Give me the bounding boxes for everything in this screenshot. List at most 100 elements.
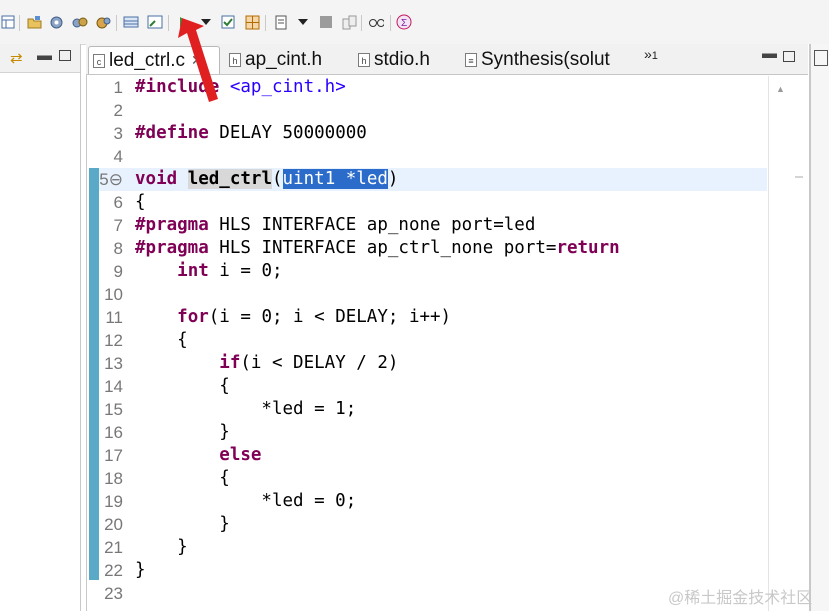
tab-stdio[interactable]: h stdio.h bbox=[358, 46, 430, 74]
h-file-icon: h bbox=[229, 53, 241, 67]
line-number: 14 bbox=[104, 377, 123, 396]
tab-ap-cint[interactable]: h ap_cint.h bbox=[229, 46, 322, 74]
code-text[interactable]: #pragma HLS INTERFACE ap_ctrl_none port=… bbox=[135, 237, 620, 260]
code-line[interactable]: 4 bbox=[99, 145, 767, 168]
overview-ruler[interactable]: ▲ bbox=[768, 76, 807, 611]
synthesis-settings-icon[interactable] bbox=[72, 14, 88, 30]
code-text[interactable]: int i = 0; bbox=[135, 260, 282, 283]
code-line[interactable]: 12 { bbox=[99, 329, 767, 352]
code-line[interactable]: 3 #define DELAY 50000000 bbox=[99, 122, 767, 145]
code-line[interactable]: 16 } bbox=[99, 421, 767, 444]
code-text[interactable]: } bbox=[135, 421, 230, 444]
code-text[interactable]: { bbox=[135, 375, 230, 398]
code-line[interactable]: 8 #pragma HLS INTERFACE ap_ctrl_none port… bbox=[99, 237, 767, 260]
line-number: 7 bbox=[113, 216, 123, 235]
code-text[interactable]: *led = 1; bbox=[135, 398, 356, 421]
export-icon[interactable] bbox=[96, 14, 112, 30]
code-text[interactable]: { bbox=[135, 467, 230, 490]
tab-overflow-icon[interactable]: »1 bbox=[644, 46, 658, 62]
line-number: 23 bbox=[104, 584, 123, 603]
save-icon[interactable] bbox=[273, 14, 289, 30]
save-dropdown-icon[interactable] bbox=[295, 14, 311, 30]
line-number: 18 bbox=[104, 469, 123, 488]
code-text[interactable]: { bbox=[135, 191, 146, 214]
code-text[interactable]: { bbox=[135, 329, 188, 352]
occurrence-marker[interactable] bbox=[795, 176, 803, 178]
minimize-icon[interactable]: ▬ bbox=[762, 45, 777, 62]
code-line[interactable]: 5⊖ void led_ctrl(uint1 *led) bbox=[99, 168, 767, 191]
code-text[interactable]: void led_ctrl(uint1 *led) bbox=[135, 168, 398, 191]
code-line[interactable]: 6{ bbox=[99, 191, 767, 214]
tab-label: ap_cint.h bbox=[245, 49, 323, 70]
toolbar-separator bbox=[361, 15, 362, 31]
line-number: 4 bbox=[113, 147, 123, 166]
layout-icon[interactable] bbox=[0, 14, 16, 30]
line-number: 3 bbox=[113, 124, 123, 143]
tab-synthesis[interactable]: ≡ Synthesis(solut bbox=[465, 46, 610, 74]
report-icon: ≡ bbox=[465, 53, 477, 67]
code-text[interactable]: } bbox=[135, 536, 188, 559]
solution-icon[interactable] bbox=[123, 14, 139, 30]
code-line[interactable]: 23 bbox=[99, 582, 767, 605]
new-project-icon[interactable] bbox=[26, 14, 42, 30]
arrow-shape bbox=[178, 18, 218, 102]
settings-icon[interactable] bbox=[48, 14, 64, 30]
code-line[interactable]: 11 for(i = 0; i < DELAY; i++) bbox=[99, 306, 767, 329]
code-line[interactable]: 21 } bbox=[99, 536, 767, 559]
maximize-icon[interactable] bbox=[783, 51, 795, 62]
glasses-icon[interactable] bbox=[368, 14, 384, 30]
grid-icon[interactable] bbox=[244, 14, 260, 30]
code-line[interactable]: 14 { bbox=[99, 375, 767, 398]
sync-icon[interactable]: ⇄ bbox=[10, 49, 23, 67]
code-line[interactable]: 10 bbox=[99, 283, 767, 306]
line-number: 6 bbox=[113, 193, 123, 212]
line-number: 15 bbox=[104, 400, 123, 419]
code-text[interactable]: else bbox=[135, 444, 261, 467]
code-text[interactable]: if(i < DELAY / 2) bbox=[135, 352, 398, 375]
code-line[interactable]: 20 } bbox=[99, 513, 767, 536]
code-editor[interactable]: 1 #include <ap_cint.h> 2 3 #define DELAY 500… bbox=[99, 76, 767, 605]
code-text[interactable]: } bbox=[135, 559, 146, 582]
maximize-icon[interactable] bbox=[59, 50, 71, 61]
line-number: 9 bbox=[113, 262, 123, 281]
line-number: 20 bbox=[104, 515, 123, 534]
watermark: @稀土掘金技术社区 bbox=[668, 590, 813, 607]
code-text[interactable]: #pragma HLS INTERFACE ap_none port=led bbox=[135, 214, 535, 237]
console-icon[interactable] bbox=[147, 14, 163, 30]
toolbar-separator bbox=[265, 15, 266, 31]
tab-label: Synthesis(solut bbox=[481, 49, 610, 70]
right-pane bbox=[810, 44, 829, 611]
scroll-up-icon[interactable]: ▲ bbox=[776, 84, 785, 94]
code-line[interactable]: 22} bbox=[99, 559, 767, 582]
compare-icon[interactable] bbox=[341, 14, 357, 30]
line-number: 21 bbox=[104, 538, 123, 557]
minimize-icon[interactable]: ▬ bbox=[37, 47, 52, 64]
line-number: 11 bbox=[105, 308, 123, 327]
code-text[interactable]: #define DELAY 50000000 bbox=[135, 122, 367, 145]
change-marker-bar bbox=[89, 168, 99, 580]
stop-icon[interactable] bbox=[318, 14, 334, 30]
line-number: 12 bbox=[104, 331, 123, 350]
toolbar-separator bbox=[116, 15, 117, 31]
code-line[interactable]: 13 if(i < DELAY / 2) bbox=[99, 352, 767, 375]
code-line[interactable]: 9 int i = 0; bbox=[99, 260, 767, 283]
code-line[interactable]: 7 #pragma HLS INTERFACE ap_none port=led bbox=[99, 214, 767, 237]
toolbar-separator bbox=[390, 15, 391, 31]
code-text[interactable]: } bbox=[135, 513, 230, 536]
c-file-icon: c bbox=[93, 53, 105, 68]
svg-text:Σ: Σ bbox=[401, 18, 407, 29]
help-icon[interactable]: Σ bbox=[396, 14, 412, 30]
line-number: 1 bbox=[113, 78, 123, 97]
code-line[interactable]: 17 else bbox=[99, 444, 767, 467]
line-number: 17 bbox=[104, 446, 123, 465]
code-line[interactable]: 19 *led = 0; bbox=[99, 490, 767, 513]
code-text[interactable]: for(i = 0; i < DELAY; i++) bbox=[135, 306, 451, 329]
outline-icon[interactable] bbox=[814, 50, 828, 66]
code-line[interactable]: 15 *led = 1; bbox=[99, 398, 767, 421]
line-number: 2 bbox=[113, 101, 123, 120]
line-number: 10 bbox=[104, 285, 123, 304]
code-text[interactable]: #include <ap_cint.h> bbox=[135, 76, 346, 99]
toolbar-separator bbox=[19, 15, 20, 31]
code-line[interactable]: 18 { bbox=[99, 467, 767, 490]
code-text[interactable]: *led = 0; bbox=[135, 490, 356, 513]
